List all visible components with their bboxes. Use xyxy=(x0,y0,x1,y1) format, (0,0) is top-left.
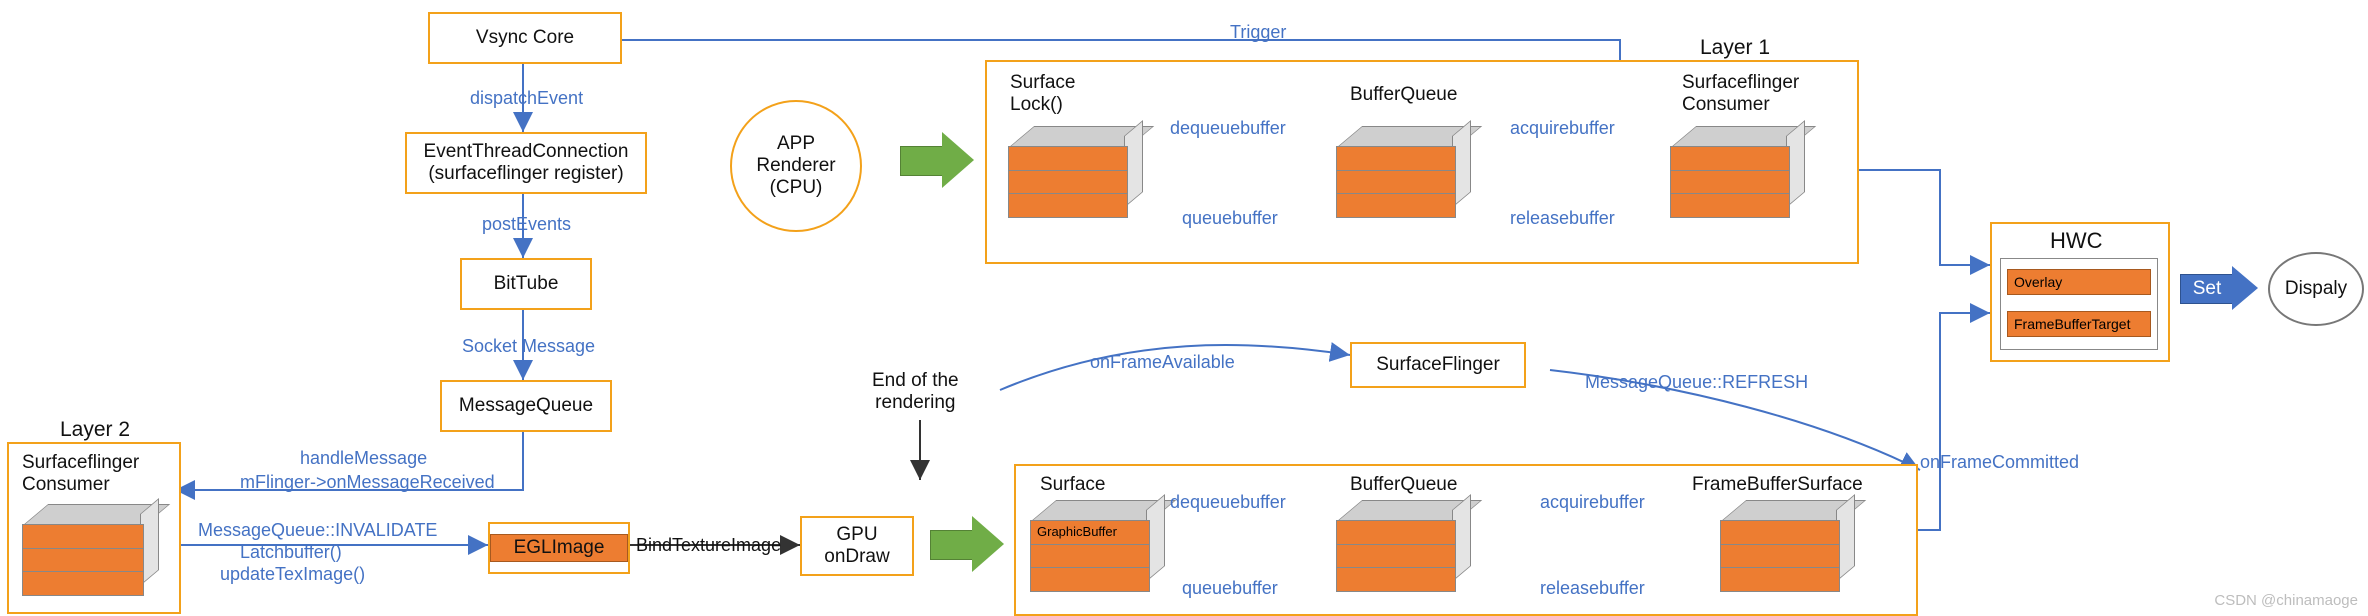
layer2-consumer-cube xyxy=(22,504,142,594)
layer2-consumer-labels: Surfaceflinger Consumer xyxy=(22,452,139,496)
trigger-label: Trigger xyxy=(1230,22,1286,43)
on-message-received-label: mFlinger->onMessageReceived xyxy=(240,472,495,493)
bittube-box: BitTube xyxy=(460,258,592,310)
sf-label: SurfaceFlinger xyxy=(1376,354,1500,376)
row1-bq-cube xyxy=(1336,126,1454,216)
socket-message-label: Socket Message xyxy=(462,336,595,357)
row2-surface-label: Surface xyxy=(1040,474,1105,496)
hwc-overlay-bar: Overlay xyxy=(2007,269,2151,295)
layer2-title: Layer 2 xyxy=(60,418,130,442)
eglimage-text: EGLImage xyxy=(514,537,605,558)
r2-release-label: releasebuffer xyxy=(1540,578,1645,599)
etc-l1: EventThreadConnection xyxy=(424,141,629,163)
hwc-overlay-text: Overlay xyxy=(2014,274,2062,290)
post-events-label: postEvents xyxy=(482,214,571,235)
layer2-c-l2: Consumer xyxy=(22,474,139,496)
row2-bq-label: BufferQueue xyxy=(1350,474,1457,496)
eglimage-box: EGLImage xyxy=(488,522,630,574)
r1-acquire-label: acquirebuffer xyxy=(1510,118,1615,139)
row2-fbs-label: FrameBufferSurface xyxy=(1692,474,1863,496)
display-label: Dispaly xyxy=(2285,278,2347,300)
eor-l2: rendering xyxy=(872,392,959,414)
r1-dequeue-label: dequeuebuffer xyxy=(1170,118,1286,139)
row1-consumer-labels: Surfaceflinger Consumer xyxy=(1682,72,1799,116)
r1-c-l1: Surfaceflinger xyxy=(1682,72,1799,94)
r2-dequeue-label: dequeuebuffer xyxy=(1170,492,1286,513)
surfaceflinger-box: SurfaceFlinger xyxy=(1350,342,1526,388)
app-r-l1: APP xyxy=(777,133,815,155)
gpu-ondraw-box: GPU onDraw xyxy=(800,516,914,576)
eglimage-bar: EGLImage xyxy=(490,534,628,562)
message-queue-box: MessageQueue xyxy=(440,380,612,432)
hwc-title: HWC xyxy=(2050,228,2103,254)
update-tex-image-label: updateTexImage() xyxy=(220,564,365,585)
layer2-c-l1: Surfaceflinger xyxy=(22,452,139,474)
event-thread-connection-box: EventThreadConnection (surfaceflinger re… xyxy=(405,132,647,194)
app-r-l3: (CPU) xyxy=(770,177,823,199)
hwc-inner: Overlay FrameBufferTarget xyxy=(2000,258,2158,350)
set-label: Set xyxy=(2193,278,2222,300)
watermark: CSDN @chinamaoge xyxy=(2214,592,2358,609)
r1-surface-l2: Lock() xyxy=(1010,94,1075,116)
row2-fbs-cube xyxy=(1720,500,1838,590)
r2-acquire-label: acquirebuffer xyxy=(1540,492,1645,513)
gpu-l1: GPU xyxy=(836,524,877,546)
mq-refresh-label: MessageQueue::REFRESH xyxy=(1585,372,1808,393)
vsync-core-label: Vsync Core xyxy=(476,27,574,49)
r1-c-l2: Consumer xyxy=(1682,94,1799,116)
app-r-l2: Renderer xyxy=(756,155,835,177)
row2-bq-cube xyxy=(1336,500,1454,590)
end-rendering-label: End of the rendering xyxy=(872,370,959,414)
row1-surface-labels: Surface Lock() xyxy=(1010,72,1075,116)
vsync-core-box: Vsync Core xyxy=(428,12,622,64)
row1-surface-cube xyxy=(1008,126,1126,216)
hwc-fbt-text: FrameBufferTarget xyxy=(2014,316,2130,332)
on-frame-committed-label: onFrameCommitted xyxy=(1920,452,2079,473)
row1-bq-label: BufferQueue xyxy=(1350,84,1457,106)
r1-release-label: releasebuffer xyxy=(1510,208,1615,229)
dispatch-event-label: dispatchEvent xyxy=(470,88,583,109)
r1-queue-label: queuebuffer xyxy=(1182,208,1278,229)
bittube-label: BitTube xyxy=(494,273,559,295)
r2-queue-label: queuebuffer xyxy=(1182,578,1278,599)
on-frame-available-label: onFrameAvailable xyxy=(1090,352,1235,373)
row2-surface-cube: GraphicBuffer xyxy=(1030,500,1148,590)
gpu-l2: onDraw xyxy=(824,546,889,568)
etc-l2: (surfaceflinger register) xyxy=(428,163,623,185)
graphicbuffer-label: GraphicBuffer xyxy=(1037,524,1117,539)
handle-message-label: handleMessage xyxy=(300,448,427,469)
mq-invalidate-label: MessageQueue::INVALIDATE xyxy=(198,520,437,541)
display-ellipse: Dispaly xyxy=(2268,252,2364,326)
eor-l1: End of the xyxy=(872,370,959,392)
mq-label: MessageQueue xyxy=(459,395,593,417)
r1-surface-l1: Surface xyxy=(1010,72,1075,94)
hwc-fbt-bar: FrameBufferTarget xyxy=(2007,311,2151,337)
bind-texture-image-label: BindTextureImage xyxy=(636,535,781,556)
latchbuffer-label: Latchbuffer() xyxy=(240,542,342,563)
layer1-title: Layer 1 xyxy=(1700,36,1770,60)
app-renderer-circle: APP Renderer (CPU) xyxy=(730,100,862,232)
row1-consumer-cube xyxy=(1670,126,1788,216)
